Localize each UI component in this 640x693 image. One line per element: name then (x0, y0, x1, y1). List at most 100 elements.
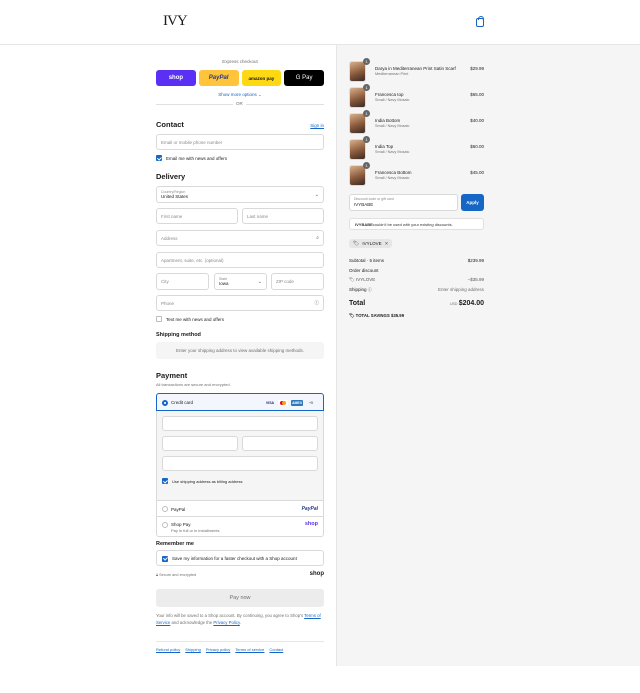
secure-label: Secure and encrypted (159, 573, 197, 577)
apply-discount-button[interactable]: Apply (461, 194, 484, 211)
credit-card-label: Credit card (171, 400, 194, 405)
shipping-method-notice: Enter your shipping address to view avai… (156, 342, 324, 359)
text-offers-checkbox[interactable] (156, 316, 162, 322)
error-text: couldn't be used with your existing disc… (372, 221, 453, 227)
product-variant: Small / Navy Mosaic (375, 124, 410, 128)
first-name-field[interactable]: First name (156, 208, 238, 224)
state-value: Iowa (219, 281, 229, 286)
product-name: India Top (375, 144, 394, 149)
phone-field[interactable]: Phone ⓘ (156, 295, 324, 311)
total-savings-label: TOTAL SAVINGS (355, 313, 390, 318)
discount-code-field[interactable]: Discount code or gift card IVYBABE (349, 194, 458, 211)
shop-pay-label: Shop Pay (171, 522, 191, 527)
city-field[interactable]: City (156, 273, 209, 290)
amex-icon: AMEX (291, 399, 303, 406)
newsletter-checkbox[interactable] (156, 155, 162, 161)
shipping-label: Shipping (349, 287, 367, 292)
privacy-policy-footer-link[interactable]: Privacy policy (206, 647, 230, 652)
mastercard-icon (278, 399, 288, 406)
refund-policy-link[interactable]: Refund policy (156, 647, 180, 652)
country-select[interactable]: Country/Region United States ⌄ (156, 186, 324, 203)
store-logo[interactable]: IVY (163, 13, 188, 30)
text-offers-label: Text me with news and offers (166, 317, 224, 322)
sign-in-link[interactable]: Sign in (310, 123, 324, 128)
discount-code-name: IVYLOVE (355, 277, 376, 282)
credit-card-option[interactable]: Credit card VISA AMEX +5 (156, 393, 324, 411)
product-variant: Mediterranean Print (375, 72, 409, 76)
subtotal-row: Subtotal · 5 items $239.99 (349, 258, 484, 263)
chevron-down-icon: ⌄ (314, 191, 319, 198)
shipping-method-title: Shipping method (156, 332, 201, 338)
tag-icon: 🏷︎ (349, 277, 355, 282)
paypal-radio[interactable] (162, 506, 168, 512)
product-price: $65.00 (470, 92, 484, 97)
discount-error-message: IVYBABE couldn't be used with your exist… (349, 218, 484, 230)
quantity-badge: 1 (363, 58, 370, 65)
legal-period: . (239, 620, 241, 625)
shop-pay-sublabel: Pay in full or in installments (171, 528, 220, 533)
quantity-badge: 1 (363, 162, 370, 169)
address-field[interactable]: Address ⌕ (156, 230, 324, 246)
shop-pay-express-button[interactable]: shop (156, 70, 196, 86)
shop-pay-option[interactable]: Shop Pay Pay in full or in installments … (156, 517, 324, 537)
card-expiry-field[interactable] (162, 436, 238, 451)
total-value: $204.00 (458, 300, 484, 307)
last-name-field[interactable]: Last name (242, 208, 324, 224)
paypal-express-button[interactable]: PayPal (198, 70, 239, 86)
shop-pay-radio[interactable] (162, 522, 168, 528)
pay-now-button[interactable]: Pay now (156, 589, 324, 607)
product-name: Francesca top (375, 92, 404, 97)
product-name: Francesca Bottom (375, 170, 412, 175)
total-savings-value: $35.99 (390, 313, 405, 318)
card-name-field[interactable] (162, 456, 318, 471)
legal-and: and acknowledge the (171, 620, 213, 625)
legal-text-start: Your info will be saved to a Shop accoun… (156, 613, 304, 618)
shop-pay-logo: shop (304, 521, 318, 527)
total-value-wrap: USD $204.00 (450, 300, 484, 307)
total-row: Total USD $204.00 (349, 300, 484, 307)
error-code: IVYBABE (355, 221, 373, 227)
or-label: OR (233, 101, 246, 106)
chevron-down-icon: ⌄ (257, 278, 262, 285)
applied-discount-tag: 🏷︎ IVYLOVE ✕ (349, 239, 393, 248)
product-price: $29.99 (470, 66, 484, 71)
site-header: IVY (0, 0, 640, 45)
save-info-checkbox[interactable] (162, 555, 168, 562)
remove-discount-icon[interactable]: ✕ (385, 241, 389, 247)
billing-same-checkbox[interactable] (162, 478, 168, 484)
apartment-field[interactable]: Apartment, suite, etc. (optional) (156, 252, 324, 268)
subtotal-value: $239.99 (467, 258, 484, 263)
email-field[interactable]: Email or mobile phone number (156, 134, 324, 150)
product-price: $60.00 (470, 144, 484, 149)
visa-icon: VISA (265, 400, 275, 405)
terms-of-service-footer-link[interactable]: Terms of service (235, 647, 264, 652)
card-cvv-field[interactable] (242, 436, 318, 451)
privacy-policy-link[interactable]: Privacy Policy (213, 620, 239, 625)
help-icon[interactable]: ⓘ (368, 287, 372, 292)
google-pay-express-button[interactable]: G Pay (284, 70, 324, 86)
help-icon[interactable]: ⓘ (315, 300, 320, 306)
credit-card-radio[interactable] (162, 399, 168, 406)
remember-me-title: Remember me (156, 541, 194, 547)
contact-link[interactable]: Contact (269, 647, 283, 652)
secure-note: 🔒︎ Secure and encrypted (156, 573, 196, 577)
billing-same-label: Use shipping address as billing address (172, 479, 243, 484)
paypal-option[interactable]: PayPal PayPal (156, 501, 324, 517)
order-discount-label: Order discount (349, 268, 379, 273)
currency-label: USD (450, 302, 458, 306)
shopping-bag-icon[interactable] (476, 16, 484, 27)
zip-field[interactable]: ZIP code (271, 273, 324, 290)
paypal-logo: PayPal (301, 506, 318, 512)
amazon-pay-express-button[interactable]: amazon pay (241, 70, 282, 86)
quantity-badge: 1 (363, 136, 370, 143)
list-item: 1 Francesca Bottom Small / Navy Mosaic $… (349, 162, 484, 187)
tag-icon: 🏷︎ (353, 240, 360, 247)
lock-icon: 🔒︎ (156, 573, 159, 577)
state-select[interactable]: State Iowa ⌄ (214, 273, 267, 290)
express-checkout-label: Express checkout (222, 59, 258, 64)
card-number-field[interactable] (162, 416, 318, 431)
legal-text: Your info will be saved to a Shop accoun… (156, 612, 324, 626)
shipping-link[interactable]: Shipping (185, 647, 201, 652)
show-more-options-link[interactable]: Show more options ⌄ (156, 92, 324, 98)
product-variant: Small / Navy Mosaic (375, 150, 410, 154)
